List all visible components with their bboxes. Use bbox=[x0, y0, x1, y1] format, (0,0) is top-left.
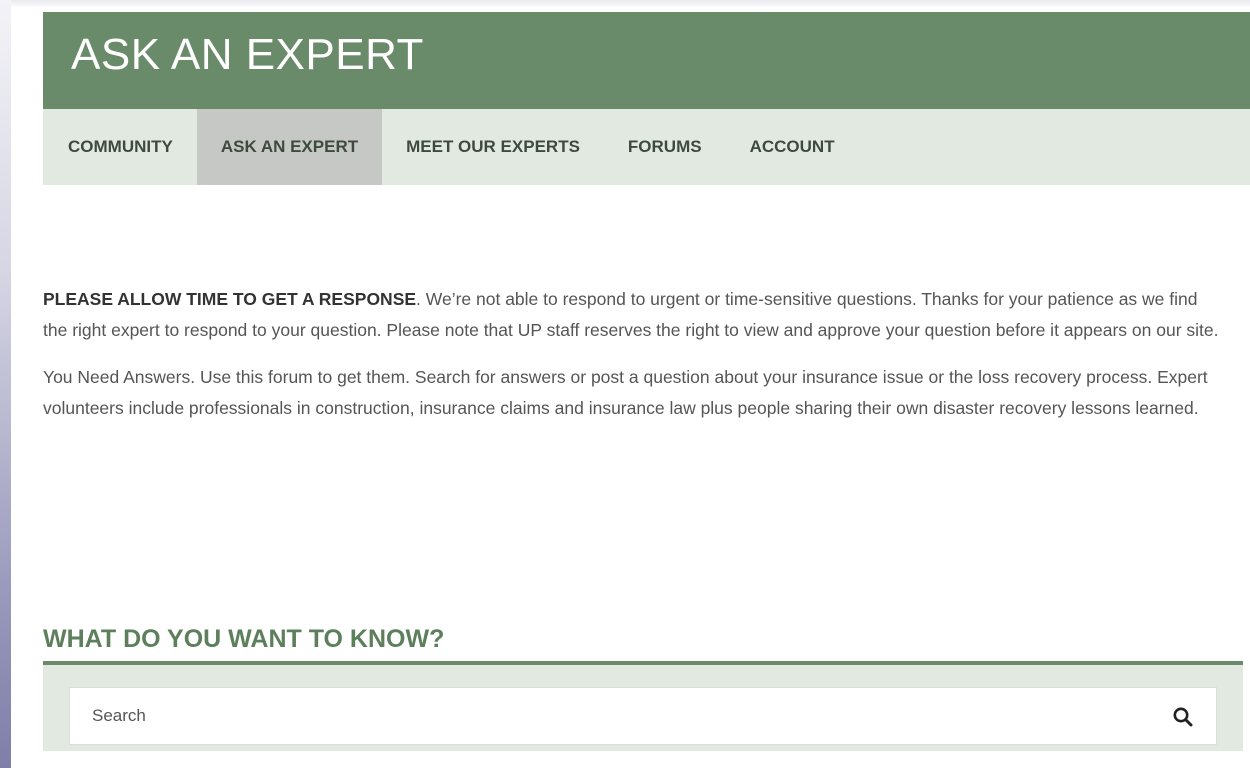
site-header: ASK AN EXPERT bbox=[43, 12, 1250, 109]
response-time-lead: PLEASE ALLOW TIME TO GET A RESPONSE bbox=[43, 289, 417, 309]
nav-item-ask-an-expert[interactable]: ASK AN EXPERT bbox=[196, 109, 383, 185]
search-panel bbox=[43, 661, 1243, 751]
intro-text: PLEASE ALLOW TIME TO GET A RESPONSE. We’… bbox=[43, 284, 1223, 440]
window-top-edge bbox=[0, 0, 1250, 8]
nav-item-account[interactable]: ACCOUNT bbox=[726, 109, 859, 185]
forum-description: You Need Answers. Use this forum to get … bbox=[43, 367, 1208, 418]
search-icon[interactable] bbox=[1172, 706, 1194, 728]
nav-item-community[interactable]: COMMUNITY bbox=[43, 109, 197, 185]
search-input[interactable] bbox=[92, 688, 1152, 744]
nav-item-meet-our-experts[interactable]: MEET OUR EXPERTS bbox=[382, 109, 604, 185]
response-time-notice: PLEASE ALLOW TIME TO GET A RESPONSE. We’… bbox=[43, 284, 1223, 346]
main-nav: COMMUNITY ASK AN EXPERT MEET OUR EXPERTS… bbox=[43, 109, 1250, 185]
page-title: ASK AN EXPERT bbox=[71, 30, 424, 79]
search-section-heading: WHAT DO YOU WANT TO KNOW? bbox=[43, 625, 445, 653]
window-left-edge bbox=[0, 0, 11, 768]
search-box bbox=[69, 687, 1217, 745]
page: ASK AN EXPERT COMMUNITY ASK AN EXPERT ME… bbox=[43, 8, 1250, 768]
nav-item-forums[interactable]: FORUMS bbox=[604, 109, 726, 185]
